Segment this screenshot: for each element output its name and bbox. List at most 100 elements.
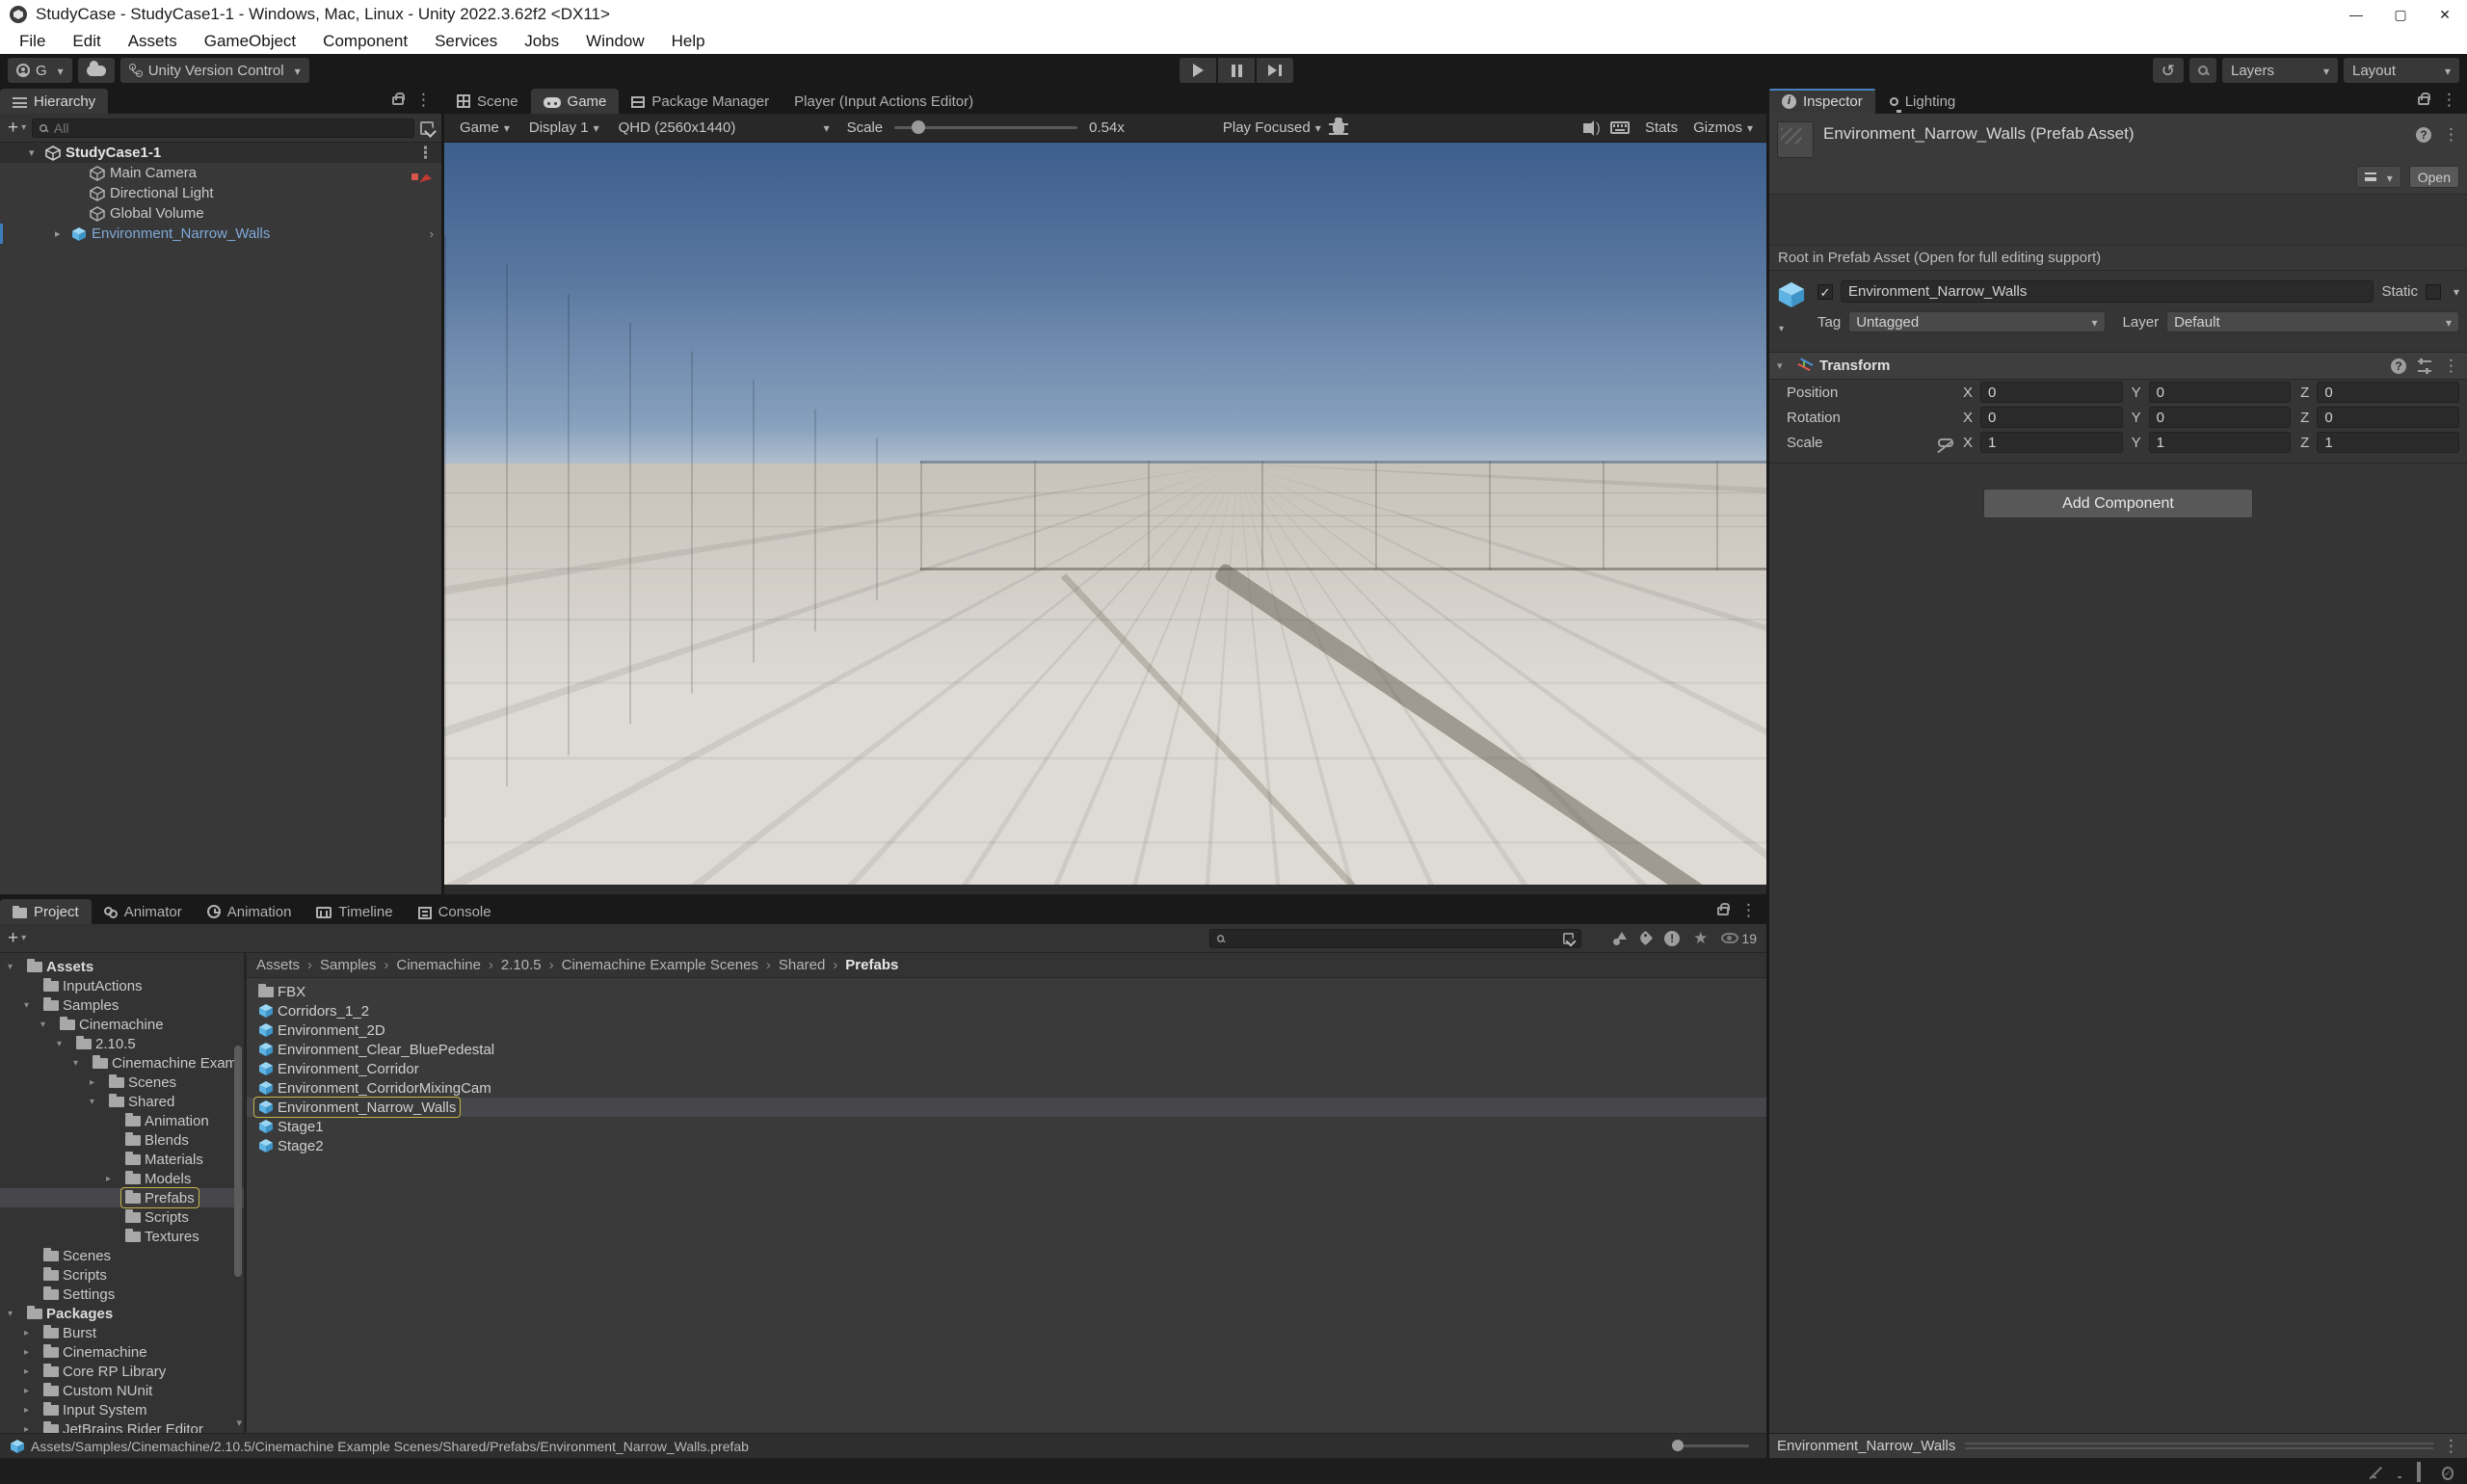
menu-jobs[interactable]: Jobs (511, 29, 572, 54)
folder-tree-item[interactable]: Core RP Library (0, 1362, 244, 1381)
asset-row[interactable]: Environment_Narrow_Walls (247, 1098, 1766, 1117)
pause-button[interactable] (1218, 58, 1255, 83)
folder-tree-item[interactable]: Scenes (0, 1073, 244, 1092)
folder-tree-item[interactable]: 2.10.5 (0, 1034, 244, 1053)
layout-dropdown[interactable]: Layout (2344, 58, 2459, 83)
hierarchy-item[interactable]: Global Volume › (0, 203, 441, 224)
asset-row[interactable]: Stage1 (247, 1117, 1766, 1136)
foldout-icon[interactable] (24, 1424, 36, 1434)
stats-toggle[interactable]: Stats (1645, 119, 1678, 136)
gizmos-dropdown[interactable]: Gizmos (1693, 119, 1753, 136)
menu-services[interactable]: Services (421, 29, 511, 54)
search-by-type-icon[interactable] (1613, 932, 1627, 945)
scene-row[interactable]: ▾ StudyCase1-1 (0, 143, 441, 163)
project-search[interactable] (1209, 929, 1581, 948)
foldout-icon[interactable] (24, 1366, 36, 1377)
y-value-field[interactable]: 0 (2149, 407, 2292, 428)
tab-hierarchy[interactable]: Hierarchy (0, 89, 108, 114)
y-value-field[interactable]: 0 (2149, 382, 2292, 403)
foldout-icon[interactable] (8, 962, 19, 972)
icon-size-slider[interactable] (1672, 1444, 1749, 1447)
maximize-button[interactable]: ▢ (2378, 0, 2423, 29)
tree-scrollbar[interactable] (234, 1046, 242, 1277)
kebab-menu-icon[interactable] (2443, 1437, 2459, 1456)
kebab-menu-icon[interactable] (2443, 357, 2459, 376)
asset-row[interactable]: Environment_Corridor (247, 1059, 1766, 1078)
lock-icon[interactable] (2418, 96, 2429, 105)
folder-tree-item[interactable]: Samples (0, 995, 244, 1015)
layer-dropdown[interactable]: Default (2166, 311, 2459, 332)
static-flags-dropdown-icon[interactable] (2449, 283, 2459, 300)
tab-console[interactable]: Console (406, 899, 504, 924)
folder-tree-item[interactable]: Textures (0, 1227, 244, 1246)
layers-dropdown[interactable]: Layers (2222, 58, 2338, 83)
pick-object-icon[interactable] (420, 121, 434, 135)
menu-assets[interactable]: Assets (115, 29, 191, 54)
foldout-icon[interactable] (40, 1020, 52, 1030)
play-focused-dropdown[interactable]: Play Focused (1215, 114, 1329, 142)
hierarchy-item[interactable]: Main Camera › (0, 163, 441, 183)
tab-timeline[interactable]: Timeline (304, 899, 405, 924)
breadcrumb-item[interactable]: Cinemachine › (396, 957, 501, 973)
foldout-closed-icon[interactable] (55, 227, 66, 240)
account-button[interactable]: G (8, 58, 72, 83)
prefab-chevron-icon[interactable]: › (430, 226, 434, 241)
asset-row[interactable]: Environment_2D (247, 1020, 1766, 1040)
kebab-menu-icon[interactable] (415, 91, 432, 110)
breadcrumb-item[interactable]: 2.10.5 › (501, 957, 562, 973)
background-tasks-icon[interactable]: ✓ (2442, 1464, 2457, 1479)
frame-debugger-icon[interactable] (1333, 120, 1344, 135)
project-search-input[interactable] (1231, 931, 1555, 946)
menu-file[interactable]: File (6, 29, 59, 54)
foldout-icon[interactable] (24, 1347, 36, 1358)
z-value-field[interactable]: 0 (2317, 407, 2459, 428)
cloud-button[interactable] (78, 58, 115, 83)
x-value-field[interactable]: 1 (1980, 432, 2123, 453)
search-by-label-icon[interactable] (1638, 931, 1654, 946)
presets-icon[interactable] (2418, 360, 2431, 372)
gameobject-name-field[interactable] (1841, 280, 2374, 303)
breadcrumb-item[interactable]: Assets › (256, 957, 320, 973)
x-value-field[interactable]: 0 (1980, 407, 2123, 428)
minimize-button[interactable]: — (2334, 0, 2378, 29)
scale-slider-knob[interactable] (912, 120, 925, 134)
kebab-menu-icon[interactable] (1740, 901, 1757, 920)
close-button[interactable]: ✕ (2423, 0, 2467, 29)
console-status-icon[interactable] (2417, 1464, 2432, 1479)
tab-animator[interactable]: Animator (92, 899, 195, 924)
version-control-button[interactable]: Unity Version Control (120, 58, 309, 83)
tab-animation[interactable]: Animation (195, 899, 305, 924)
foldout-icon[interactable] (8, 1309, 19, 1319)
x-value-field[interactable]: 0 (1980, 382, 2123, 403)
foldout-icon[interactable] (24, 1386, 36, 1396)
folder-tree-item[interactable]: Burst (0, 1323, 244, 1342)
lock-icon[interactable] (1717, 907, 1729, 915)
foldout-open-icon[interactable]: ▾ (29, 146, 40, 159)
resolution-dropdown[interactable]: QHD (2560x1440) (611, 114, 837, 142)
folder-tree-item[interactable]: Animation (0, 1111, 244, 1130)
foldout-icon[interactable] (90, 1097, 101, 1107)
help-icon[interactable]: ? (2416, 127, 2431, 143)
asset-row[interactable]: Environment_CorridorMixingCam (247, 1078, 1766, 1098)
foldout-icon[interactable] (24, 1000, 36, 1011)
icon-size-knob[interactable] (1672, 1440, 1684, 1451)
on-screen-keyboard-icon[interactable] (1610, 121, 1630, 134)
folder-tree-item[interactable]: Custom NUnit (0, 1381, 244, 1400)
folder-tree-item[interactable]: Input System (0, 1400, 244, 1419)
breadcrumb-item[interactable]: Samples › (320, 957, 396, 973)
tab-player-input-actions[interactable]: Player (Input Actions Editor) (782, 89, 986, 114)
folder-tree-item[interactable]: Cinemachine (0, 1015, 244, 1034)
favorites-icon[interactable]: ★ (1693, 929, 1708, 948)
folder-tree-item[interactable]: InputActions (0, 976, 244, 995)
folder-tree-item[interactable]: Blends (0, 1130, 244, 1150)
folder-tree-item[interactable]: JetBrains Rider Editor (0, 1419, 244, 1433)
breadcrumb-item[interactable]: Cinemachine Example Scenes › (562, 957, 779, 973)
tab-package-manager[interactable]: Package Manager (619, 89, 782, 114)
active-checkbox[interactable]: ✓ (1817, 284, 1833, 300)
foldout-icon[interactable] (73, 1058, 85, 1069)
play-button[interactable] (1180, 58, 1216, 83)
scale-slider[interactable] (894, 126, 1077, 129)
hierarchy-item[interactable]: Directional Light › (0, 183, 441, 203)
menu-window[interactable]: Window (572, 29, 657, 54)
folder-tree-item[interactable]: Materials (0, 1150, 244, 1169)
